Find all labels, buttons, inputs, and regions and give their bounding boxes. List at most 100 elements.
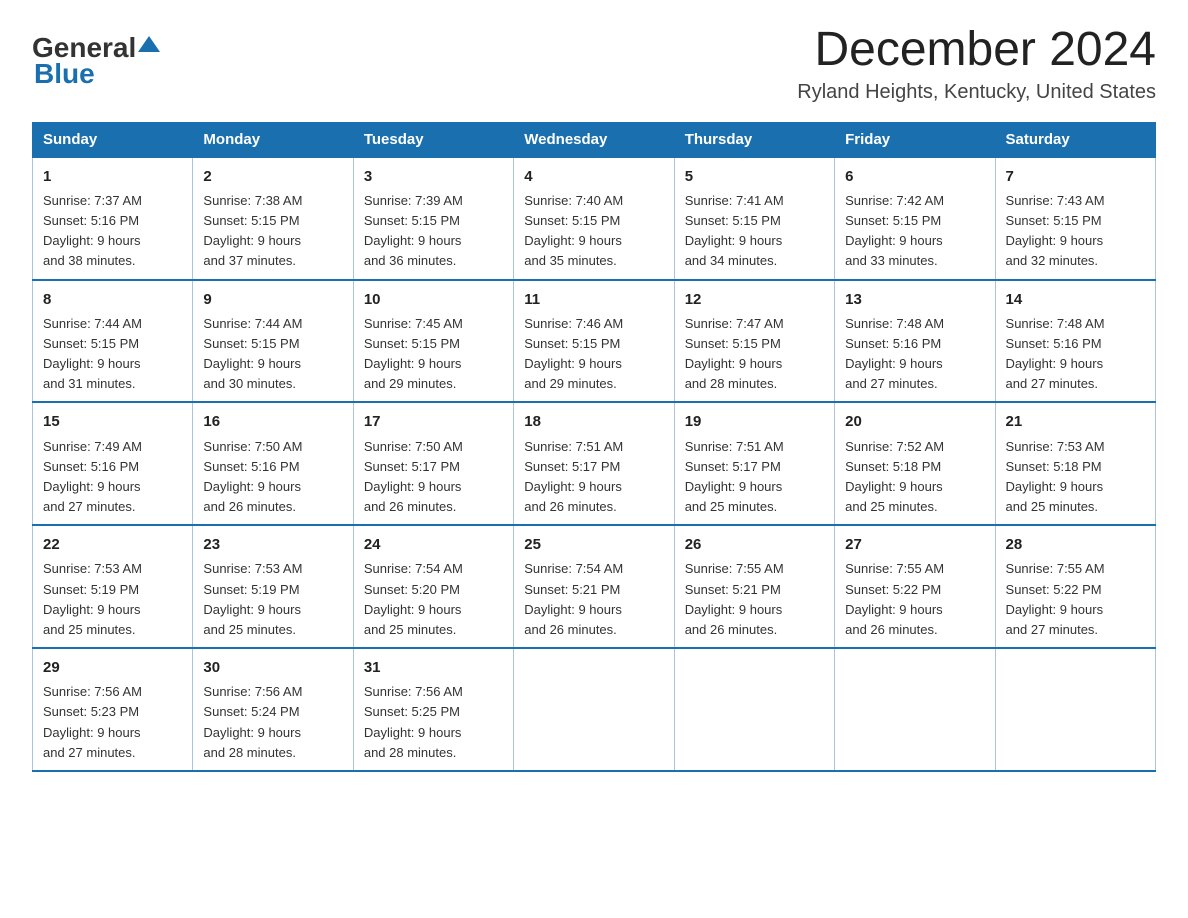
day-number: 30 [203, 656, 342, 679]
calendar-cell: 17 Sunrise: 7:50 AMSunset: 5:17 PMDayligh… [353, 402, 513, 525]
day-info: Sunrise: 7:51 AMSunset: 5:17 PMDaylight:… [685, 439, 784, 514]
day-info: Sunrise: 7:54 AMSunset: 5:21 PMDaylight:… [524, 561, 623, 636]
day-info: Sunrise: 7:44 AMSunset: 5:15 PMDaylight:… [43, 316, 142, 391]
calendar-cell: 3Sunrise: 7:39 AMSunset: 5:15 PMDaylight… [353, 157, 513, 280]
day-number: 20 [845, 410, 984, 433]
calendar-cell: 20Sunrise: 7:52 AMSunset: 5:18 PMDayligh… [835, 402, 995, 525]
week-row-5: 29 Sunrise: 7:56 AMSunset: 5:23 PMDayligh… [33, 648, 1156, 771]
calendar-cell: 30 Sunrise: 7:56 AMSunset: 5:24 PMDayligh… [193, 648, 353, 771]
day-number: 17 [364, 410, 503, 433]
day-number: 11 [524, 288, 663, 311]
logo-arrow-icon [138, 34, 160, 56]
week-row-3: 15 Sunrise: 7:49 AMSunset: 5:16 PMDayligh… [33, 402, 1156, 525]
day-number: 13 [845, 288, 984, 311]
day-number: 7 [1006, 165, 1145, 188]
day-number: 24 [364, 533, 503, 556]
calendar-cell: 18 Sunrise: 7:51 AMSunset: 5:17 PMDayligh… [514, 402, 674, 525]
calendar-cell: 6Sunrise: 7:42 AMSunset: 5:15 PMDaylight… [835, 157, 995, 280]
day-number: 22 [43, 533, 182, 556]
page-header: General Blue December 2024 Ryland Height… [32, 24, 1156, 104]
logo-blue-text: Blue [34, 58, 95, 89]
calendar-cell: 10 Sunrise: 7:45 AMSunset: 5:15 PMDayligh… [353, 280, 513, 403]
day-info: Sunrise: 7:45 AMSunset: 5:15 PMDaylight:… [364, 316, 463, 391]
day-number: 3 [364, 165, 503, 188]
day-info: Sunrise: 7:55 AMSunset: 5:21 PMDaylight:… [685, 561, 784, 636]
day-info: Sunrise: 7:41 AMSunset: 5:15 PMDaylight:… [685, 193, 784, 268]
day-number: 2 [203, 165, 342, 188]
calendar-cell: 8Sunrise: 7:44 AMSunset: 5:15 PMDaylight… [33, 280, 193, 403]
day-info: Sunrise: 7:53 AMSunset: 5:19 PMDaylight:… [203, 561, 302, 636]
week-row-2: 8Sunrise: 7:44 AMSunset: 5:15 PMDaylight… [33, 280, 1156, 403]
day-number: 10 [364, 288, 503, 311]
calendar-cell: 13 Sunrise: 7:48 AMSunset: 5:16 PMDayligh… [835, 280, 995, 403]
calendar-cell: 11 Sunrise: 7:46 AMSunset: 5:15 PMDayligh… [514, 280, 674, 403]
day-info: Sunrise: 7:48 AMSunset: 5:16 PMDaylight:… [1006, 316, 1105, 391]
day-number: 28 [1006, 533, 1145, 556]
calendar-cell: 1Sunrise: 7:37 AMSunset: 5:16 PMDaylight… [33, 157, 193, 280]
day-info: Sunrise: 7:37 AMSunset: 5:16 PMDaylight:… [43, 193, 142, 268]
day-info: Sunrise: 7:51 AMSunset: 5:17 PMDaylight:… [524, 439, 623, 514]
day-number: 21 [1006, 410, 1145, 433]
day-info: Sunrise: 7:48 AMSunset: 5:16 PMDaylight:… [845, 316, 944, 391]
header-tuesday: Tuesday [353, 122, 513, 157]
header-sunday: Sunday [33, 122, 193, 157]
day-info: Sunrise: 7:55 AMSunset: 5:22 PMDaylight:… [1006, 561, 1105, 636]
day-info: Sunrise: 7:38 AMSunset: 5:15 PMDaylight:… [203, 193, 302, 268]
day-info: Sunrise: 7:50 AMSunset: 5:16 PMDaylight:… [203, 439, 302, 514]
day-info: Sunrise: 7:44 AMSunset: 5:15 PMDaylight:… [203, 316, 302, 391]
week-row-4: 22 Sunrise: 7:53 AMSunset: 5:19 PMDayligh… [33, 525, 1156, 648]
calendar-cell: 28 Sunrise: 7:55 AMSunset: 5:22 PMDayligh… [995, 525, 1155, 648]
day-info: Sunrise: 7:47 AMSunset: 5:15 PMDaylight:… [685, 316, 784, 391]
day-number: 29 [43, 656, 182, 679]
calendar-cell: 25 Sunrise: 7:54 AMSunset: 5:21 PMDayligh… [514, 525, 674, 648]
title-area: December 2024 Ryland Heights, Kentucky, … [797, 24, 1156, 104]
week-row-1: 1Sunrise: 7:37 AMSunset: 5:16 PMDaylight… [33, 157, 1156, 280]
calendar-cell: 12 Sunrise: 7:47 AMSunset: 5:15 PMDayligh… [674, 280, 834, 403]
month-title: December 2024 [797, 24, 1156, 77]
day-info: Sunrise: 7:54 AMSunset: 5:20 PMDaylight:… [364, 561, 463, 636]
day-number: 4 [524, 165, 663, 188]
calendar-cell: 24 Sunrise: 7:54 AMSunset: 5:20 PMDayligh… [353, 525, 513, 648]
day-number: 12 [685, 288, 824, 311]
day-info: Sunrise: 7:40 AMSunset: 5:15 PMDaylight:… [524, 193, 623, 268]
logo: General Blue [32, 32, 160, 90]
calendar-cell: 7Sunrise: 7:43 AMSunset: 5:15 PMDaylight… [995, 157, 1155, 280]
day-info: Sunrise: 7:42 AMSunset: 5:15 PMDaylight:… [845, 193, 944, 268]
day-info: Sunrise: 7:56 AMSunset: 5:23 PMDaylight:… [43, 684, 142, 759]
day-number: 23 [203, 533, 342, 556]
day-info: Sunrise: 7:56 AMSunset: 5:25 PMDaylight:… [364, 684, 463, 759]
day-info: Sunrise: 7:49 AMSunset: 5:16 PMDaylight:… [43, 439, 142, 514]
day-number: 18 [524, 410, 663, 433]
day-number: 14 [1006, 288, 1145, 311]
header-monday: Monday [193, 122, 353, 157]
day-info: Sunrise: 7:53 AMSunset: 5:18 PMDaylight:… [1006, 439, 1105, 514]
calendar-cell: 31 Sunrise: 7:56 AMSunset: 5:25 PMDayligh… [353, 648, 513, 771]
calendar-cell [835, 648, 995, 771]
header-row: SundayMondayTuesdayWednesdayThursdayFrid… [33, 122, 1156, 157]
day-number: 31 [364, 656, 503, 679]
header-saturday: Saturday [995, 122, 1155, 157]
day-info: Sunrise: 7:50 AMSunset: 5:17 PMDaylight:… [364, 439, 463, 514]
day-info: Sunrise: 7:56 AMSunset: 5:24 PMDaylight:… [203, 684, 302, 759]
calendar-cell: 27Sunrise: 7:55 AMSunset: 5:22 PMDayligh… [835, 525, 995, 648]
day-number: 16 [203, 410, 342, 433]
header-wednesday: Wednesday [514, 122, 674, 157]
day-number: 15 [43, 410, 182, 433]
day-info: Sunrise: 7:55 AMSunset: 5:22 PMDaylight:… [845, 561, 944, 636]
day-number: 9 [203, 288, 342, 311]
day-info: Sunrise: 7:46 AMSunset: 5:15 PMDaylight:… [524, 316, 623, 391]
location-title: Ryland Heights, Kentucky, United States [797, 81, 1156, 104]
calendar-cell: 26Sunrise: 7:55 AMSunset: 5:21 PMDayligh… [674, 525, 834, 648]
header-thursday: Thursday [674, 122, 834, 157]
day-info: Sunrise: 7:53 AMSunset: 5:19 PMDaylight:… [43, 561, 142, 636]
calendar-cell: 9 Sunrise: 7:44 AMSunset: 5:15 PMDaylight… [193, 280, 353, 403]
day-number: 25 [524, 533, 663, 556]
day-number: 19 [685, 410, 824, 433]
calendar-cell: 29 Sunrise: 7:56 AMSunset: 5:23 PMDayligh… [33, 648, 193, 771]
calendar-cell: 4 Sunrise: 7:40 AMSunset: 5:15 PMDaylight… [514, 157, 674, 280]
calendar-cell [514, 648, 674, 771]
calendar-cell: 23 Sunrise: 7:53 AMSunset: 5:19 PMDayligh… [193, 525, 353, 648]
calendar-cell: 22 Sunrise: 7:53 AMSunset: 5:19 PMDayligh… [33, 525, 193, 648]
calendar-cell [674, 648, 834, 771]
calendar-cell: 5Sunrise: 7:41 AMSunset: 5:15 PMDaylight… [674, 157, 834, 280]
